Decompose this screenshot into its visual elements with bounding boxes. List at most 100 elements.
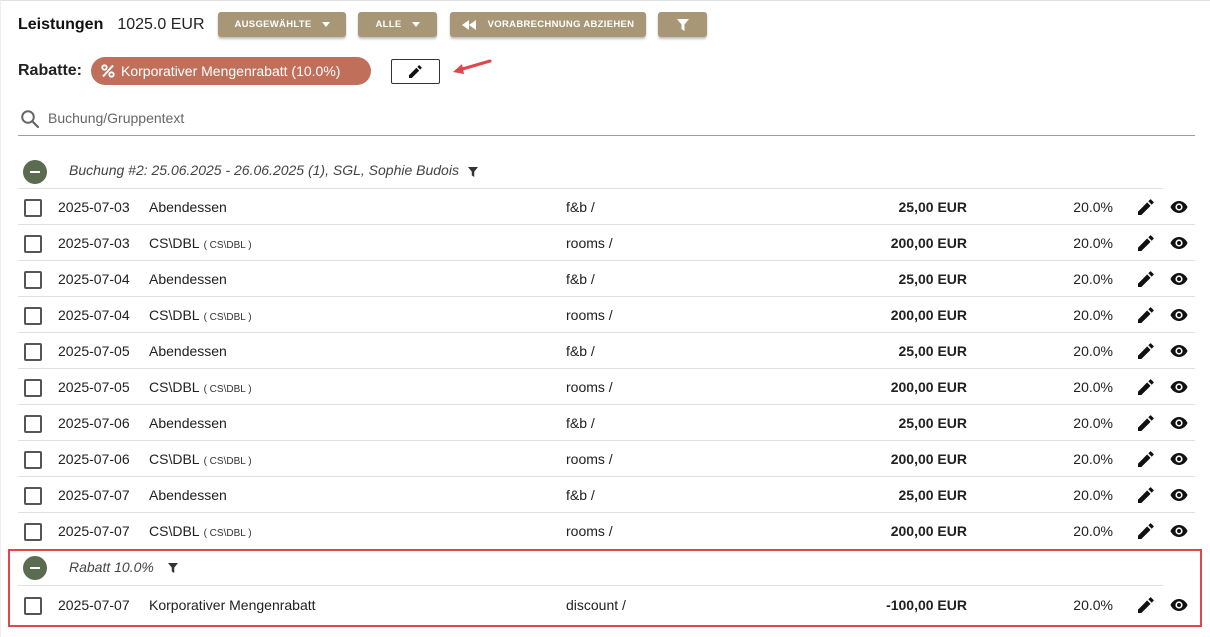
chevron-down-icon: [321, 22, 330, 27]
row-name: Abendessen: [149, 487, 227, 503]
row-name: Abendessen: [149, 199, 227, 215]
eye-icon[interactable]: [1170, 416, 1188, 430]
pencil-icon[interactable]: [1138, 199, 1154, 215]
row-description: Abendessen: [149, 415, 227, 431]
table-row[interactable]: 2025-07-04 Abendessen f&b / 25,00 EUR 20.0%: [18, 261, 1195, 297]
row-description: CS\DBL( CS\DBL ): [149, 307, 252, 323]
row-category: rooms /: [566, 235, 613, 251]
eye-icon[interactable]: [1170, 524, 1188, 538]
eye-icon[interactable]: [1170, 200, 1188, 214]
table-row[interactable]: 2025-07-05 Abendessen f&b / 25,00 EUR 20.0%: [18, 333, 1195, 369]
pencil-icon[interactable]: [1138, 523, 1154, 539]
row-code: ( CS\DBL ): [203, 456, 252, 467]
pencil-icon[interactable]: [1138, 379, 1154, 395]
row-checkbox[interactable]: [24, 235, 42, 253]
row-amount: 25,00 EUR: [898, 199, 967, 215]
selected-button-label: AUSGEWÄHLTE: [234, 19, 312, 30]
minus-icon: [30, 171, 40, 173]
row-code: ( CS\DBL ): [203, 240, 252, 251]
row-category: rooms /: [566, 451, 613, 467]
table-row[interactable]: 2025-07-06 CS\DBL( CS\DBL ) rooms / 200,00 …: [18, 441, 1195, 477]
row-code: ( CS\DBL ): [203, 528, 252, 539]
row-code: ( CS\DBL ): [203, 384, 252, 395]
row-category: rooms /: [566, 379, 613, 395]
pencil-icon[interactable]: [1138, 271, 1154, 287]
row-amount: 200,00 EUR: [890, 379, 967, 395]
row-name: CS\DBL: [149, 235, 200, 251]
row-vat: 20.0%: [1073, 235, 1113, 251]
row-description: Abendessen: [149, 487, 227, 503]
eye-icon[interactable]: [1170, 488, 1188, 502]
row-name: CS\DBL: [149, 523, 200, 539]
row-description: CS\DBL( CS\DBL ): [149, 523, 252, 539]
search-input[interactable]: [48, 107, 648, 129]
row-checkbox[interactable]: [24, 307, 42, 325]
row-checkbox[interactable]: [24, 415, 42, 433]
row-checkbox[interactable]: [24, 523, 42, 541]
pencil-icon[interactable]: [1138, 343, 1154, 359]
row-vat: 20.0%: [1073, 523, 1113, 539]
pencil-icon[interactable]: [1138, 451, 1154, 467]
filter-icon[interactable]: [468, 167, 478, 177]
row-category: f&b /: [566, 415, 595, 431]
eye-icon[interactable]: [1170, 272, 1188, 286]
page-title: Leistungen: [18, 16, 104, 33]
pencil-icon[interactable]: [1138, 487, 1154, 503]
row-checkbox[interactable]: [24, 271, 42, 289]
deduct-prepayment-button[interactable]: VORABRECHNUNG ABZIEHEN: [450, 12, 646, 37]
row-amount: 25,00 EUR: [898, 343, 967, 359]
all-dropdown-button[interactable]: ALLE: [358, 12, 437, 37]
row-vat: 20.0%: [1073, 415, 1113, 431]
rewind-icon: [461, 19, 476, 30]
row-description: Abendessen: [149, 271, 227, 287]
eye-icon[interactable]: [1170, 344, 1188, 358]
row-checkbox[interactable]: [24, 451, 42, 469]
row-date: 2025-07-05: [58, 343, 130, 359]
eye-icon[interactable]: [1170, 236, 1188, 250]
table-row[interactable]: 2025-07-07 CS\DBL( CS\DBL ) rooms / 200,00 …: [18, 513, 1195, 549]
row-amount: 200,00 EUR: [890, 523, 967, 539]
row-category: f&b /: [566, 199, 595, 215]
row-date: 2025-07-04: [58, 307, 130, 323]
row-amount: 25,00 EUR: [898, 271, 967, 287]
row-checkbox[interactable]: [24, 379, 42, 397]
discounts-label: Rabatte:: [18, 62, 83, 79]
annotation-arrow: [453, 59, 492, 74]
row-category: f&b /: [566, 271, 595, 287]
row-checkbox[interactable]: [24, 487, 42, 505]
row-checkbox[interactable]: [24, 199, 42, 217]
row-description: Abendessen: [149, 343, 227, 359]
discount-chip[interactable]: Korporativer Mengenrabatt (10.0%): [91, 57, 371, 85]
eye-icon[interactable]: [1170, 452, 1188, 466]
table-row[interactable]: 2025-07-04 CS\DBL( CS\DBL ) rooms / 200,00 …: [18, 297, 1195, 333]
selected-dropdown-button[interactable]: AUSGEWÄHLTE: [218, 12, 346, 37]
row-name: CS\DBL: [149, 451, 200, 467]
row-checkbox[interactable]: [24, 343, 42, 361]
row-amount: 25,00 EUR: [898, 487, 967, 503]
table-row[interactable]: 2025-07-03 CS\DBL( CS\DBL ) rooms / 200,00 …: [18, 225, 1195, 261]
table-row[interactable]: 2025-07-06 Abendessen f&b / 25,00 EUR 20.0%: [18, 405, 1195, 441]
total-amount: 1025.0 EUR: [117, 16, 205, 33]
row-description: Abendessen: [149, 199, 227, 215]
edit-discounts-button[interactable]: [391, 59, 440, 84]
row-vat: 20.0%: [1073, 343, 1113, 359]
deduct-prepayment-label: VORABRECHNUNG ABZIEHEN: [487, 19, 635, 30]
eye-icon[interactable]: [1170, 308, 1188, 322]
table-row[interactable]: 2025-07-07 Abendessen f&b / 25,00 EUR 20.0%: [18, 477, 1195, 513]
row-amount: 200,00 EUR: [890, 307, 967, 323]
row-vat: 20.0%: [1073, 487, 1113, 503]
pencil-icon[interactable]: [1138, 235, 1154, 251]
eye-icon[interactable]: [1170, 380, 1188, 394]
table-row[interactable]: 2025-07-05 CS\DBL( CS\DBL ) rooms / 200,00 …: [18, 369, 1195, 405]
collapse-group-button[interactable]: [23, 160, 47, 184]
pencil-icon[interactable]: [1138, 415, 1154, 431]
pencil-icon[interactable]: [1138, 307, 1154, 323]
table-row[interactable]: 2025-07-03 Abendessen f&b / 25,00 EUR 20.0%: [18, 189, 1195, 225]
row-date: 2025-07-06: [58, 451, 130, 467]
filter-button[interactable]: [658, 12, 707, 37]
row-name: CS\DBL: [149, 307, 200, 323]
row-name: CS\DBL: [149, 379, 200, 395]
row-date: 2025-07-07: [58, 487, 130, 503]
row-date: 2025-07-04: [58, 271, 130, 287]
row-vat: 20.0%: [1073, 379, 1113, 395]
